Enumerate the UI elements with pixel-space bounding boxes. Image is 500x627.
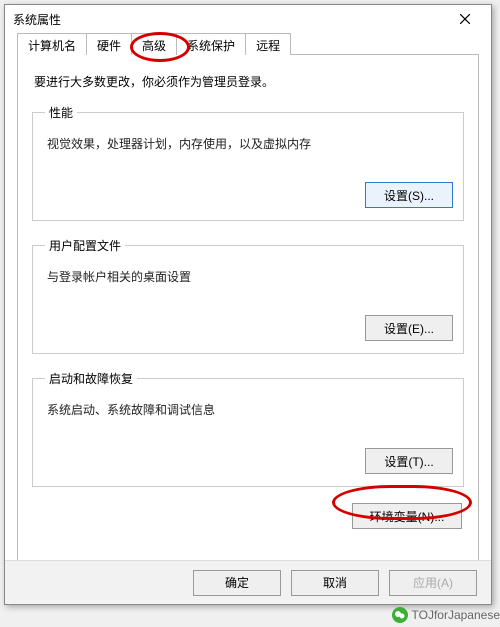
startup-recovery-legend: 启动和故障恢复 [45,370,137,387]
window-title: 系统属性 [13,11,447,28]
close-button[interactable] [447,8,483,30]
tab-computer-name[interactable]: 计算机名 [17,33,87,55]
admin-note: 要进行大多数更改，你必须作为管理员登录。 [34,73,462,90]
performance-legend: 性能 [45,104,77,121]
tab-advanced[interactable]: 高级 [131,33,177,55]
user-profiles-group: 用户配置文件 与登录帐户相关的桌面设置 设置(E)... [32,237,464,354]
performance-settings-button[interactable]: 设置(S)... [365,182,453,208]
tab-system-protection[interactable]: 系统保护 [176,33,246,55]
environment-variables-button[interactable]: 环境变量(N)... [352,503,462,529]
watermark-label: TOJforJapanese [412,608,500,622]
user-profiles-legend: 用户配置文件 [45,237,125,254]
wechat-icon [392,607,408,623]
startup-recovery-desc: 系统启动、系统故障和调试信息 [47,401,453,418]
user-profiles-settings-button[interactable]: 设置(E)... [365,315,453,341]
performance-group: 性能 视觉效果，处理器计划，内存使用，以及虚拟内存 设置(S)... [32,104,464,221]
tab-hardware[interactable]: 硬件 [86,33,132,55]
tabs: 计算机名 硬件 高级 系统保护 远程 [5,33,491,55]
titlebar: 系统属性 [5,5,491,33]
apply-button[interactable]: 应用(A) [389,570,477,596]
user-profiles-desc: 与登录帐户相关的桌面设置 [47,268,453,285]
cancel-button[interactable]: 取消 [291,570,379,596]
close-icon [460,14,470,24]
performance-desc: 视觉效果，处理器计划，内存使用，以及虚拟内存 [47,135,453,152]
watermark: TOJforJapanese [392,607,500,623]
tab-remote[interactable]: 远程 [245,33,291,55]
startup-recovery-group: 启动和故障恢复 系统启动、系统故障和调试信息 设置(T)... [32,370,464,487]
startup-recovery-settings-button[interactable]: 设置(T)... [365,448,453,474]
tab-panel-advanced: 要进行大多数更改，你必须作为管理员登录。 性能 视觉效果，处理器计划，内存使用，… [17,54,479,572]
dialog-button-bar: 确定 取消 应用(A) [5,560,491,604]
system-properties-dialog: 系统属性 计算机名 硬件 高级 系统保护 远程 要进行大多数更改，你必须作为管理… [4,4,492,605]
ok-button[interactable]: 确定 [193,570,281,596]
